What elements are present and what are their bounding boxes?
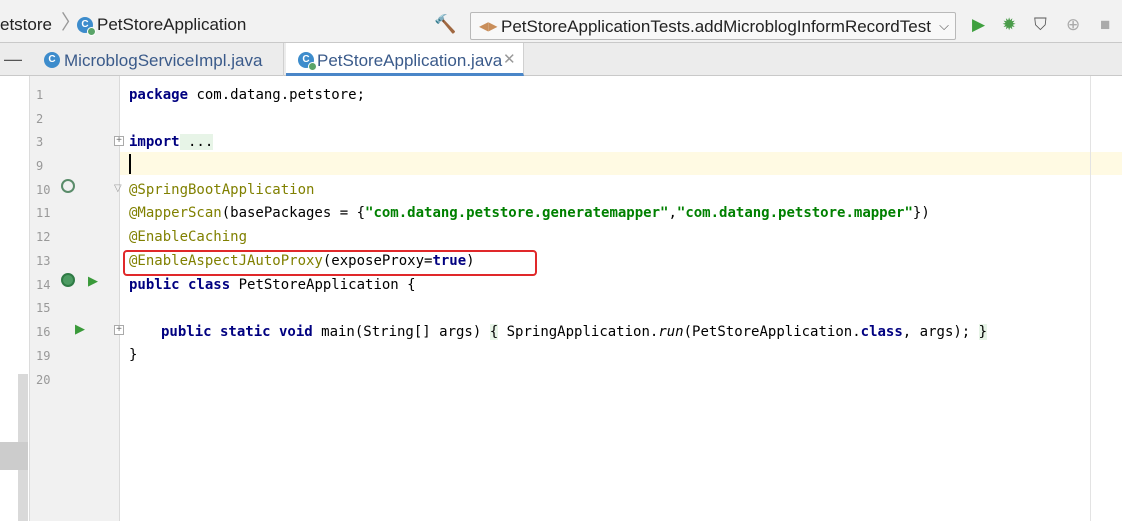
run-config-type-icon: ◀▶ (479, 19, 498, 33)
current-line-highlight (120, 152, 1122, 175)
line-number: 13 (36, 254, 51, 268)
run-main-icon[interactable]: ▶ (75, 322, 85, 336)
run-configuration-label: PetStoreApplicationTests.addMicroblogInf… (501, 17, 931, 36)
line-number: 12 (36, 230, 51, 244)
tab-label: PetStoreApplication.java (317, 51, 503, 70)
fold-collapse-icon[interactable]: ▽ (114, 183, 122, 194)
code-line-1[interactable]: package com.datang.petstore; (129, 86, 365, 104)
collapse-minus-icon[interactable]: — (4, 49, 22, 70)
editor-tab-bar: — C MicroblogServiceImpl.java C PetStore… (0, 43, 1122, 76)
debug-bug-icon[interactable]: ✹ (1002, 15, 1016, 35)
line-number: 19 (36, 349, 51, 363)
fold-expand-icon[interactable]: + (114, 136, 124, 146)
line-number: 2 (36, 112, 44, 126)
class-file-icon: C (298, 52, 317, 71)
line-number: 11 (36, 206, 51, 220)
spring-bean-icon[interactable] (61, 273, 75, 287)
run-icon[interactable]: ▶ (972, 15, 985, 35)
code-line-12[interactable]: @EnableCaching (129, 228, 247, 246)
code-line-14[interactable]: public class PetStoreApplication { (129, 276, 416, 294)
fold-expand-icon[interactable]: + (114, 325, 124, 335)
line-number: 9 (36, 159, 44, 173)
line-number: 15 (36, 301, 51, 315)
scroll-thumb[interactable] (0, 442, 28, 470)
line-number: 14 (36, 278, 51, 292)
breadcrumb-project[interactable]: etstore (0, 15, 52, 35)
line-number: 16 (36, 325, 51, 339)
line-number: 20 (36, 373, 51, 387)
run-configuration-select[interactable]: ◀▶ PetStoreApplicationTests.addMicroblog… (470, 12, 956, 40)
chevron-down-icon: ⌵ (939, 18, 949, 33)
tab-microblog-service-impl[interactable]: C MicroblogServiceImpl.java (34, 43, 284, 76)
breadcrumb-file[interactable]: PetStoreApplication (97, 15, 246, 35)
code-line-10[interactable]: @SpringBootApplication (129, 181, 314, 199)
coverage-shield-icon[interactable]: ⛉ (1034, 15, 1047, 35)
code-line-3[interactable]: import ... (129, 133, 214, 151)
left-tool-strip (0, 76, 30, 521)
navigation-bar: etstore 〉 C PetStoreApplication 🔨 ◀▶ Pet… (0, 0, 1122, 43)
code-line-16[interactable]: public static void main(String[] args) {… (161, 323, 988, 341)
class-file-icon: C (77, 17, 96, 36)
right-margin (1090, 76, 1122, 521)
spring-bean-search-icon[interactable] (61, 179, 75, 193)
code-line-19[interactable]: } (129, 346, 137, 364)
highlight-annotation-box (123, 250, 537, 276)
run-class-icon[interactable]: ▶ (88, 274, 98, 288)
text-caret (129, 154, 131, 174)
close-icon[interactable]: ✕ (503, 50, 516, 68)
class-file-icon: C (44, 52, 60, 68)
code-line-11[interactable]: @MapperScan(basePackages = {"com.datang.… (129, 204, 930, 222)
tab-pet-store-application[interactable]: C PetStoreApplication.java ✕ (286, 43, 524, 76)
stop-icon[interactable]: ■ (1100, 15, 1110, 35)
line-number: 10 (36, 183, 51, 197)
tab-label: MicroblogServiceImpl.java (64, 51, 263, 70)
line-number: 1 (36, 88, 44, 102)
profile-icon[interactable]: ⊕ (1066, 15, 1080, 35)
line-number: 3 (36, 135, 44, 149)
build-hammer-icon[interactable]: 🔨 (434, 14, 456, 34)
